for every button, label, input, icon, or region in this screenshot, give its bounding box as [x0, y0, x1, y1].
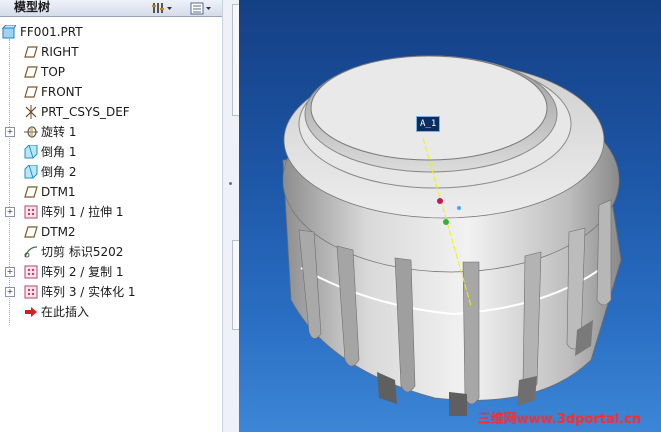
tree-item-right[interactable]: RIGHT [0, 42, 222, 62]
tree-item-label: 阵列 3 / 实体化 1 [41, 285, 136, 299]
vertex-marker-icon [443, 219, 449, 225]
pattern-icon [24, 265, 38, 279]
expand-toggle[interactable]: + [5, 127, 15, 137]
model-tree: FF001.PRT RIGHT TOP FRONT PRT_CSYS_DEF +… [0, 17, 223, 432]
tree-item-pattern-2[interactable]: + 阵列 2 / 复制 1 [0, 262, 222, 282]
tree-item-top[interactable]: TOP [0, 62, 222, 82]
tree-item-chamfer-2[interactable]: 倒角 2 [0, 162, 222, 182]
model-3d-view[interactable] [239, 0, 661, 432]
splitter-grip-icon[interactable] [229, 182, 232, 185]
cut-icon [24, 245, 38, 259]
chamfer-icon [24, 145, 38, 159]
vertex-marker-icon [437, 198, 443, 204]
model-tree-header: 模型树 [0, 0, 222, 17]
graphics-viewport[interactable]: A_1 三维网www.3dportal.cn [239, 0, 661, 432]
tree-item-label: TOP [41, 65, 66, 79]
expand-toggle[interactable]: + [5, 207, 15, 217]
datum-plane-icon [24, 225, 38, 239]
tree-item-csys[interactable]: PRT_CSYS_DEF [0, 102, 222, 122]
chamfer-icon [24, 165, 38, 179]
tree-item-front[interactable]: FRONT [0, 82, 222, 102]
datum-plane-icon [24, 85, 38, 99]
tree-item-label: DTM1 [41, 185, 76, 199]
tree-show-button[interactable] [190, 1, 212, 15]
datum-plane-icon [24, 65, 38, 79]
tree-item-label: 切剪 标识5202 [41, 245, 124, 259]
insert-here-arrow-icon [24, 305, 38, 319]
tree-show-icon [190, 2, 211, 14]
tree-item-insert-here[interactable]: 在此插入 [0, 302, 222, 322]
tree-root[interactable]: FF001.PRT [0, 22, 222, 42]
part-body[interactable] [282, 55, 622, 401]
pattern-icon [24, 285, 38, 299]
datum-plane-icon [24, 185, 38, 199]
tree-item-label: PRT_CSYS_DEF [41, 105, 130, 119]
tree-item-pattern-1[interactable]: + 阵列 1 / 拉伸 1 [0, 202, 222, 222]
tree-item-revolve[interactable]: + 旋转 1 [0, 122, 222, 142]
tree-item-dtm2[interactable]: DTM2 [0, 222, 222, 242]
tree-item-dtm1[interactable]: DTM1 [0, 182, 222, 202]
tree-settings-button[interactable] [151, 1, 173, 15]
pattern-icon [24, 205, 38, 219]
datum-plane-icon [24, 45, 38, 59]
expand-toggle[interactable]: + [5, 267, 15, 277]
model-tree-title: 模型树 [14, 0, 51, 14]
coordinate-system-icon [24, 105, 38, 119]
tree-item-label: RIGHT [41, 45, 79, 59]
part-icon [2, 25, 16, 39]
tree-settings-icon [152, 2, 172, 13]
axis-label[interactable]: A_1 [416, 116, 441, 132]
tree-item-cut[interactable]: 切剪 标识5202 [0, 242, 222, 262]
tree-item-label: 阵列 2 / 复制 1 [41, 265, 124, 279]
model-tree-panel: 模型树 FF001.PRT RIGHT TOP FRONT PRT_CSYS_D… [0, 0, 240, 432]
watermark: 三维网www.3dportal.cn [477, 412, 641, 427]
expand-toggle[interactable]: + [5, 287, 15, 297]
revolve-icon [24, 125, 38, 139]
tree-item-label: 旋转 1 [41, 125, 77, 139]
panel-splitter[interactable] [222, 0, 240, 432]
tree-root-label: FF001.PRT [20, 25, 83, 39]
tree-item-label: 倒角 2 [41, 165, 77, 179]
tree-item-pattern-3[interactable]: + 阵列 3 / 实体化 1 [0, 282, 222, 302]
tree-item-label: 倒角 1 [41, 145, 77, 159]
tree-item-label: 阵列 1 / 拉伸 1 [41, 205, 124, 219]
tree-item-label: FRONT [41, 85, 82, 99]
tree-item-chamfer-1[interactable]: 倒角 1 [0, 142, 222, 162]
tree-item-label: 在此插入 [41, 305, 90, 319]
tree-item-label: DTM2 [41, 225, 76, 239]
vertex-marker-icon [457, 206, 461, 210]
